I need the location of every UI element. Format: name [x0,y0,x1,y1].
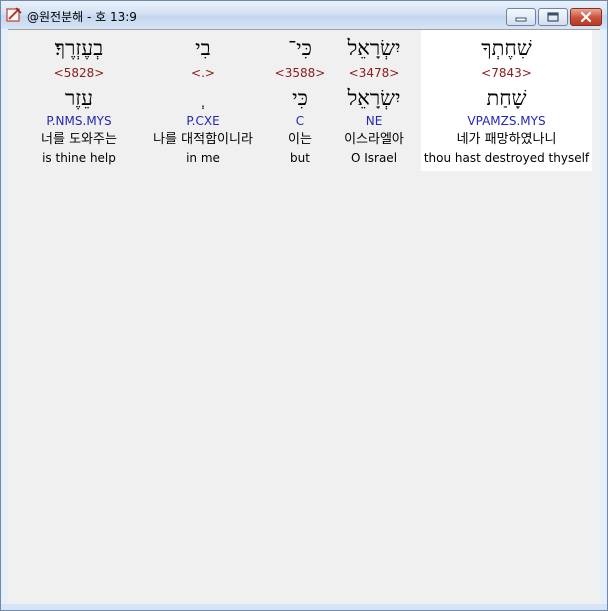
hebrew-word: בִי [195,36,211,60]
word-column[interactable]: שִׁחֶתְךָ <7843> שָׁחַת VPAMZS.MYS 네가 패망… [421,30,592,171]
hebrew-word: בְעֶזְרֶךָ׃ [54,36,104,60]
morphology-code: P.CXE [186,114,220,128]
content-area: שִׁחֶתְךָ <7843> שָׁחַת VPAMZS.MYS 네가 패망… [8,29,600,604]
strong-number[interactable]: <5828> [24,66,134,80]
morphology-code: C [295,114,305,128]
strong-number[interactable]: <7843> [421,66,592,80]
word-column[interactable]: כִּי־ <3588> כִּי C 이는 but [270,30,330,171]
hebrew-root: כִּי [292,86,308,110]
hebrew-word: כִּי־ [288,36,312,60]
korean-gloss: 이는 [288,132,312,147]
hebrew-word: שִׁחֶתְךָ [481,36,532,60]
maximize-button[interactable] [538,8,568,26]
english-gloss: but [290,151,310,165]
english-gloss: O Israel [350,151,398,165]
close-icon [580,11,592,23]
morphology-code: P.NMS.MYS [46,114,112,128]
hebrew-root: שָׁחַת [486,86,527,110]
korean-gloss: 너를 도와주는 [41,132,117,147]
strong-number[interactable]: <3588> [270,66,330,80]
hebrew-root: יִשְׂרָאֵל [347,86,401,110]
english-gloss: in me [186,151,220,165]
strong-number[interactable]: <3478> [330,66,418,80]
maximize-icon [547,12,559,22]
minimize-button[interactable] [506,8,536,26]
hebrew-word: יִשְׂרָאֵל [347,36,401,60]
window-frame-bottom [1,604,607,610]
english-gloss: thou hast destroyed thyself [423,151,590,165]
word-column[interactable]: בְעֶזְרֶךָ׃ <5828> עֵזֶר P.NMS.MYS 너를 도와… [24,30,134,171]
window-title: @원전분해 - 호 13:9 [27,10,137,24]
hebrew-root: ְ [136,86,270,110]
strong-number[interactable]: <.> [136,66,270,80]
main-window: @원전분해 - 호 13:9 שִׁחֶתְךָ <7843> שָׁחַת V… [0,0,608,611]
morphology-code: NE [365,114,383,128]
hebrew-root: עֵזֶר [64,86,94,110]
morphology-code: VPAMZS.MYS [467,114,546,128]
word-column[interactable]: יִשְׂרָאֵל <3478> יִשְׂרָאֵל NE 이스라엘아 O … [330,30,418,171]
close-button[interactable] [570,8,602,26]
minimize-icon [515,17,527,22]
korean-gloss: 네가 패망하였나니 [456,132,557,147]
korean-gloss: 나를 대적함이니라 [153,132,253,147]
english-gloss: is thine help [42,151,116,165]
word-column[interactable]: בִי <.> ְ P.CXE 나를 대적함이니라 in me [136,30,270,171]
title-bar[interactable]: @원전분해 - 호 13:9 [1,1,607,29]
app-icon[interactable] [6,7,22,23]
korean-gloss: 이스라엘아 [344,132,404,147]
